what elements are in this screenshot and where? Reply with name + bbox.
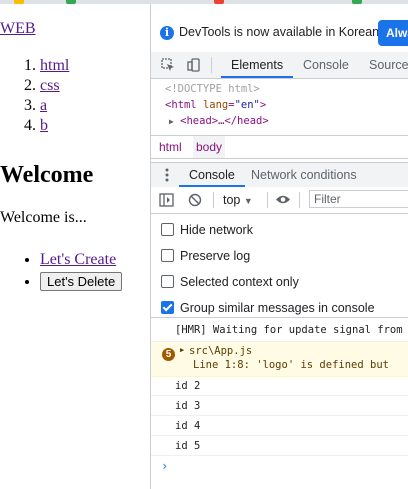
console-messages: [HMR] Waiting for update signal from 5 ▶…: [151, 318, 408, 489]
tab-console[interactable]: Console: [303, 52, 349, 78]
expand-triangle-icon[interactable]: ▶: [180, 346, 184, 354]
dom-attr-name: lang: [202, 99, 229, 111]
setting-label: Preserve log: [180, 249, 251, 263]
site-title-link[interactable]: WEB: [0, 20, 36, 38]
setting-group-similar[interactable]: Group similar messages in console: [161, 299, 375, 317]
setting-label: Group similar messages in console: [180, 301, 375, 315]
action-item: Let's Create: [40, 249, 122, 271]
nav-link-css[interactable]: css: [40, 77, 60, 94]
dom-doctype[interactable]: <!DOCTYPE html>: [165, 81, 260, 97]
dom-tag: <html: [165, 99, 197, 111]
info-icon: i: [160, 26, 174, 40]
console-log-message: id 4: [151, 416, 408, 436]
page-body-text: Welcome is...: [0, 209, 87, 226]
console-settings: Hide network Preserve log Selected conte…: [151, 213, 408, 318]
setting-selected-context-only[interactable]: Selected context only: [161, 273, 299, 291]
action-item: Let's Delete: [40, 271, 123, 293]
console-log-message: id 5: [151, 436, 408, 456]
console-warning-message: 5 ▶ src\App.js Line 1:8: 'logo' is defin…: [151, 342, 408, 377]
delete-button[interactable]: Let's Delete: [40, 272, 123, 291]
nav-link-b[interactable]: b: [40, 117, 48, 134]
devtools-main-tabbar: Elements Console Sources: [151, 52, 408, 79]
breadcrumb-html[interactable]: html: [156, 136, 185, 158]
devtools-panel: i DevTools is now available in Korean! A…: [150, 4, 408, 489]
chevron-down-icon: ▼: [243, 196, 253, 206]
warning-detail: Line 1:8: 'logo' is defined but: [193, 359, 389, 371]
setting-hide-network[interactable]: Hide network: [161, 221, 253, 239]
drawer-tab-console[interactable]: Console: [179, 163, 245, 187]
console-log-message: id 2: [151, 376, 408, 396]
infobar-text: DevTools is now available in Korean!: [179, 25, 383, 39]
dom-html-node[interactable]: <html lang="en">: [165, 97, 266, 113]
drawer-tabbar: Console Network conditions: [151, 162, 408, 188]
dom-head-collapsed: <head>…</head>: [180, 115, 269, 127]
warning-count-badge: 5: [162, 348, 175, 361]
live-expression-eye-icon[interactable]: [275, 194, 291, 205]
nav-list: html css a b: [0, 56, 69, 136]
nav-item: b: [40, 116, 69, 136]
drawer-tab-network-conditions[interactable]: Network conditions: [251, 163, 357, 187]
tab-sources[interactable]: Sources: [369, 52, 408, 78]
dom-head-node[interactable]: ▶ <head>…</head>: [169, 113, 269, 130]
console-log-message: [HMR] Waiting for update signal from: [151, 318, 408, 342]
nav-item: html: [40, 56, 69, 76]
kebab-menu-icon[interactable]: [165, 168, 169, 182]
nav-link-html[interactable]: html: [40, 57, 69, 74]
dom-attr-value: "en": [234, 99, 260, 111]
setting-label: Selected context only: [180, 275, 299, 289]
setting-preserve-log[interactable]: Preserve log: [161, 247, 250, 265]
toolbar-divider: [299, 192, 300, 208]
action-list: Let's Create Let's Delete: [0, 249, 123, 293]
filter-input[interactable]: [309, 190, 408, 208]
page-viewport: WEB html css a b Welcome Welcome is... L…: [0, 4, 150, 489]
toolbar-divider: [211, 57, 212, 73]
dom-tag-close: >: [259, 99, 267, 111]
breadcrumb: html body: [151, 135, 408, 159]
nav-item: a: [40, 96, 69, 116]
toolbar-divider: [267, 192, 268, 208]
checkbox[interactable]: [161, 223, 174, 237]
toolbar-divider: [213, 192, 214, 208]
context-selector[interactable]: top ▼: [223, 187, 253, 213]
nav-link-a[interactable]: a: [40, 97, 47, 114]
checkbox[interactable]: [161, 275, 174, 289]
context-value: top: [223, 193, 241, 207]
language-infobar: i DevTools is now available in Korean! A…: [151, 12, 408, 53]
setting-label: Hide network: [180, 223, 253, 237]
breadcrumb-body[interactable]: body: [193, 136, 226, 158]
sidebar-toggle-icon[interactable]: [159, 193, 174, 207]
device-toolbar-icon[interactable]: [187, 58, 201, 72]
console-prompt[interactable]: ›: [161, 459, 168, 473]
clear-console-icon[interactable]: [188, 193, 202, 207]
page-heading: Welcome: [0, 162, 94, 188]
tab-elements[interactable]: Elements: [221, 52, 294, 78]
console-toolbar: top ▼: [151, 187, 408, 214]
checkbox-checked[interactable]: [161, 301, 174, 315]
create-link[interactable]: Let's Create: [40, 251, 116, 268]
expand-triangle-icon[interactable]: ▶: [169, 117, 174, 126]
inspect-element-icon[interactable]: [161, 58, 175, 72]
always-match-button[interactable]: Alway: [378, 20, 408, 46]
nav-item: css: [40, 76, 69, 96]
console-log-message: id 3: [151, 396, 408, 416]
warning-source-file[interactable]: src\App.js: [189, 345, 252, 357]
dom-tree: <!DOCTYPE html> <html lang="en"> ▶ <head…: [151, 79, 408, 135]
checkbox[interactable]: [161, 249, 174, 263]
